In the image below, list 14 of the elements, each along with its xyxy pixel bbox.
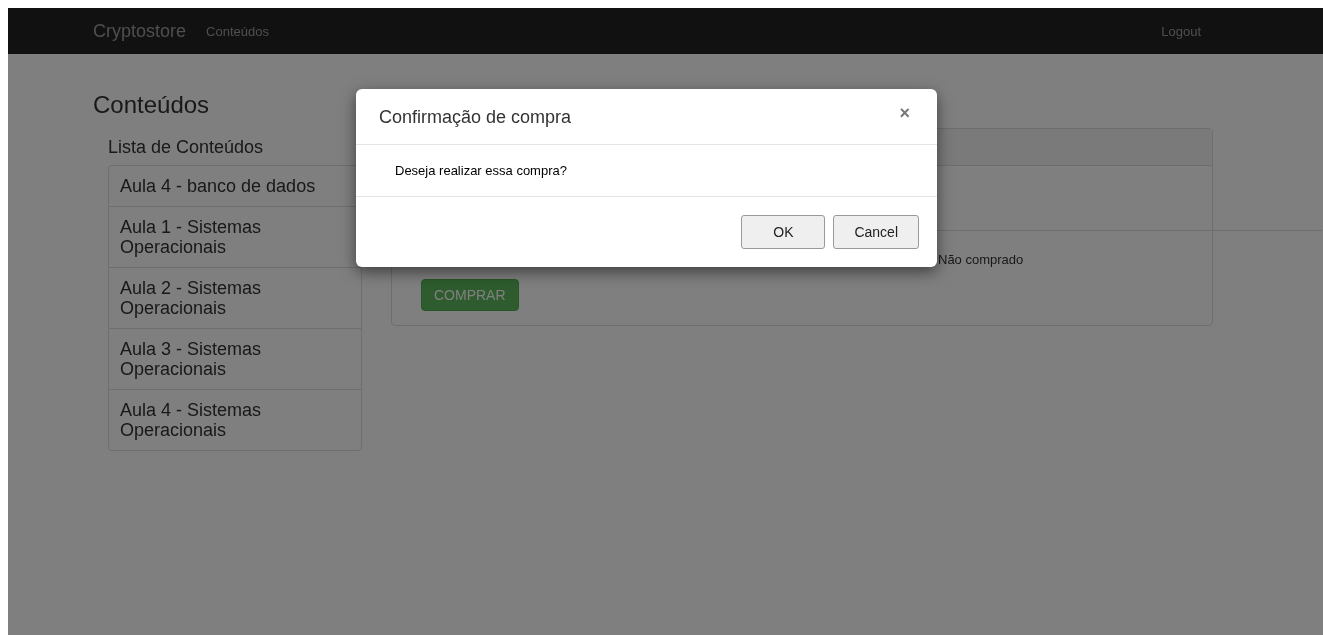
- close-button[interactable]: ×: [887, 105, 922, 121]
- nav-link[interactable]: Conteúdos: [206, 23, 269, 39]
- dialog-message: Deseja realizar essa compra?: [395, 163, 567, 178]
- content-list-item[interactable]: Aula 2 - Sistemas Operacionais: [108, 267, 362, 329]
- dialog-button[interactable]: OK: [741, 215, 826, 249]
- content-list-item[interactable]: Aula 4 - Sistemas Operacionais: [108, 389, 362, 451]
- page-title: Conteúdos: [93, 92, 211, 118]
- purchase-status: Não comprado: [938, 252, 1024, 267]
- content-list-item[interactable]: Aula 3 - Sistemas Operacionais: [108, 328, 362, 390]
- dialog-title: Confirmação de compra: [379, 106, 572, 129]
- logout-link[interactable]: Logout: [1161, 23, 1201, 39]
- list-title: Lista de Conteúdos: [108, 137, 265, 157]
- brand-link[interactable]: Cryptostore: [93, 20, 187, 42]
- dialog-button[interactable]: Cancel: [833, 215, 919, 249]
